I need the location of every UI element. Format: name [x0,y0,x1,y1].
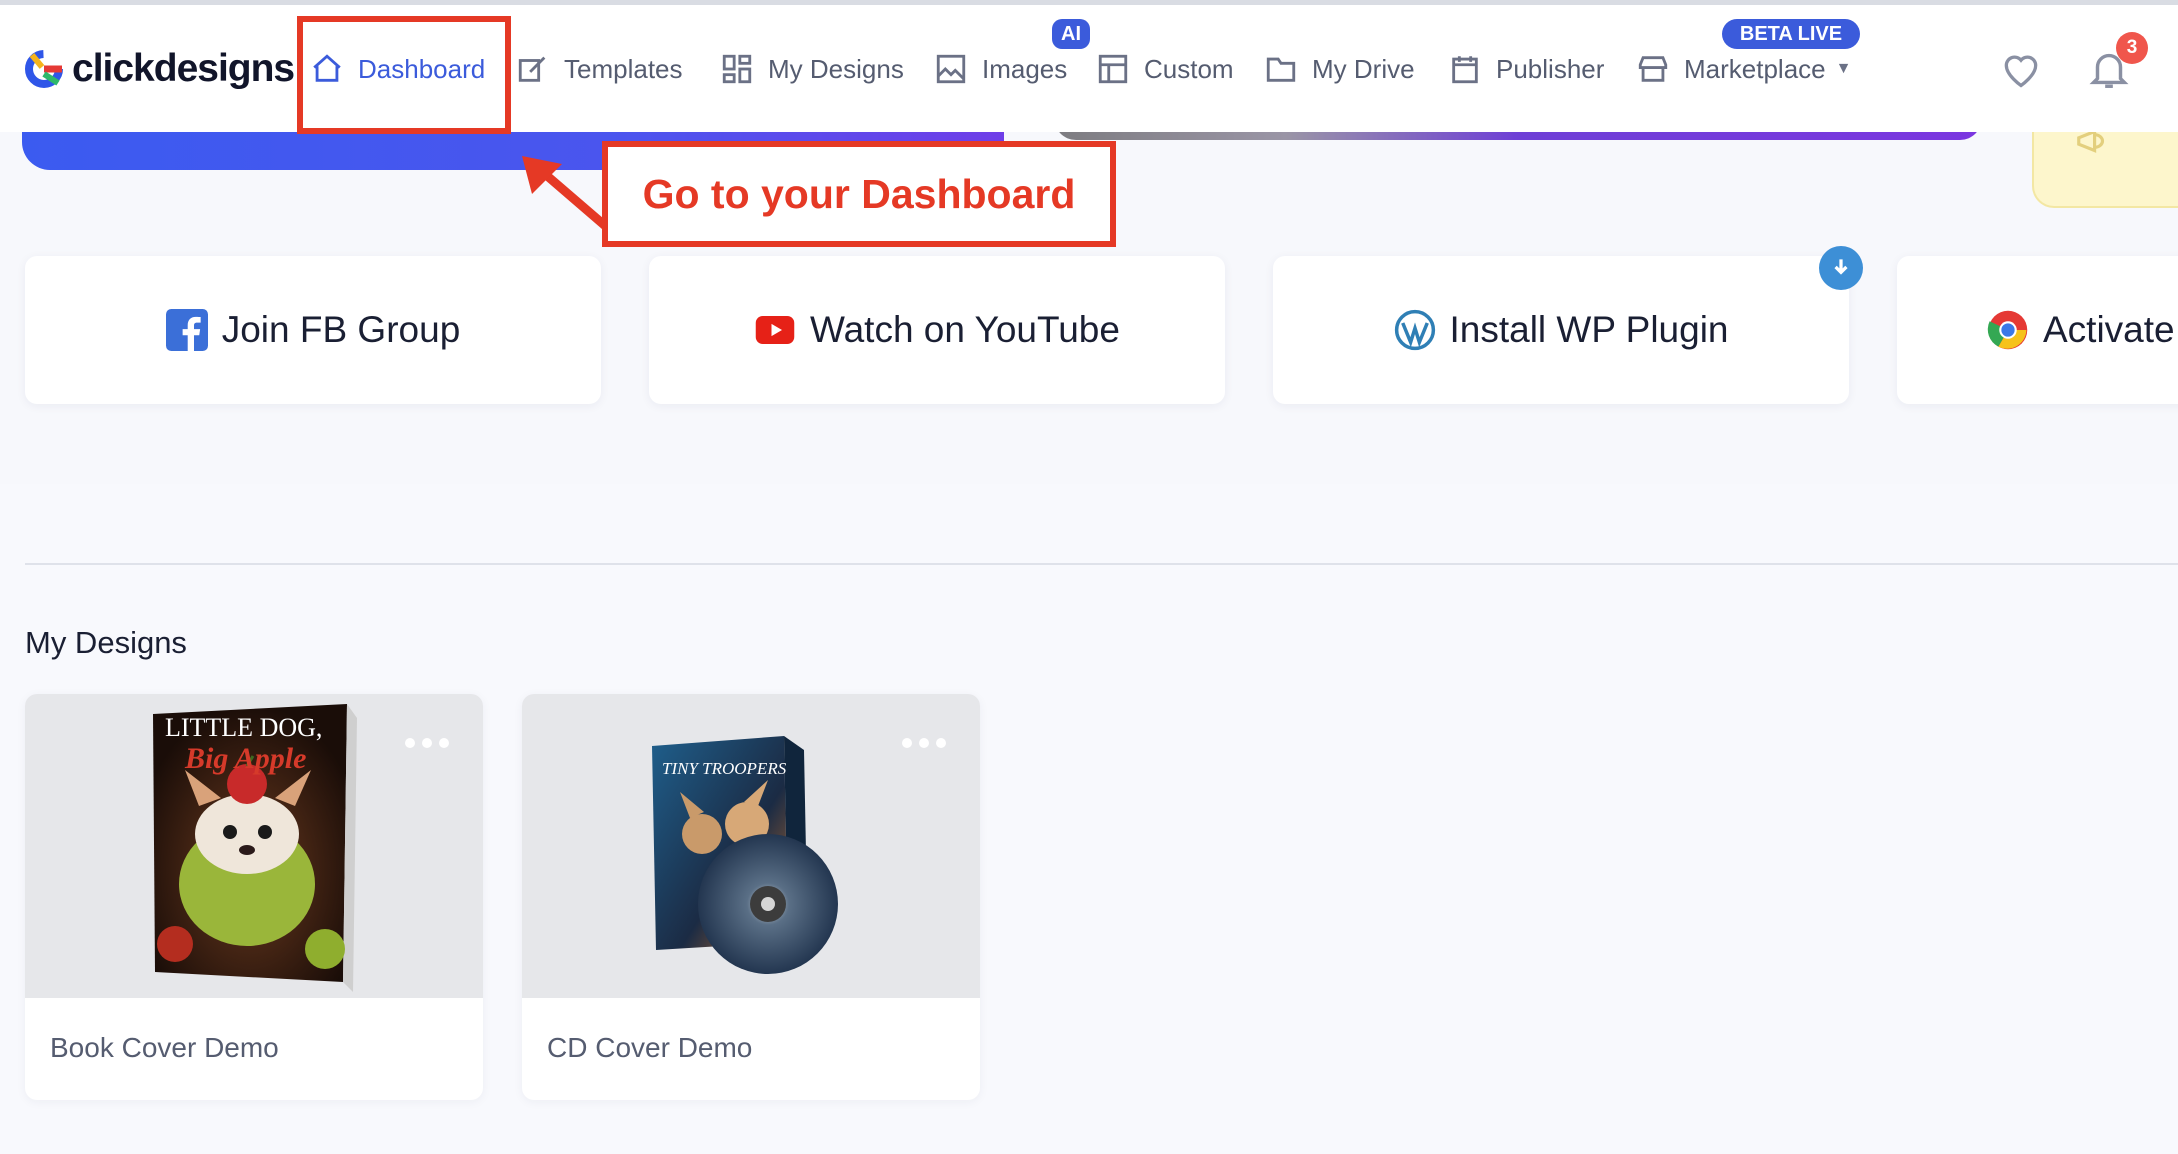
section-title: My Designs [25,625,187,660]
nav-label: Dashboard [358,53,486,84]
youtube-icon [755,316,795,344]
notification-count-badge: 3 [2116,32,2148,64]
download-icon [1834,259,1848,275]
design-card-book-cover[interactable]: LITTLE DOG, Big Apple Book Cover Demo [25,694,483,1100]
chevron-down-icon: ▼ [1835,60,1852,77]
logo[interactable]: clickdesigns [22,47,295,91]
wordpress-icon [1394,309,1435,351]
nav-label: Publisher [1496,53,1605,84]
install-wp-plugin-button[interactable]: Install WP Plugin [1273,256,1849,404]
nav-templates[interactable]: Templates [516,47,683,91]
design-card-label: CD Cover Demo [547,1032,753,1063]
section-divider [25,563,2178,565]
grid-icon [722,54,752,84]
qa-label: Activate [2043,309,2175,350]
favorites-button[interactable] [1998,47,2044,91]
cd-cover-title: TINY TROOPERS [662,759,787,778]
book-cover-title-1: LITTLE DOG, [165,713,322,742]
ai-badge: AI [1052,19,1090,49]
nav-publisher[interactable]: Publisher [1448,47,1604,91]
nav-custom[interactable]: Custom [1096,47,1234,91]
nav-label: Custom [1144,53,1234,84]
home-icon [313,54,341,82]
heart-icon [2004,55,2038,88]
nav-my-drive[interactable]: My Drive [1264,47,1415,91]
nav-my-designs[interactable]: My Designs [720,47,904,91]
nav-label: Marketplace [1684,53,1826,84]
nav-label: My Designs [768,53,904,84]
facebook-icon [165,309,208,351]
nav-label: Templates [564,53,683,84]
chrome-icon [1987,310,2028,350]
more-options-button[interactable] [902,738,946,748]
dashboard-callout: Go to your Dashboard [602,141,1116,247]
logo-mark-icon [25,50,63,88]
design-thumbnail: LITTLE DOG, Big Apple [25,694,483,998]
custom-icon [1098,54,1128,84]
nav-label: My Drive [1312,53,1415,84]
design-card-label: Book Cover Demo [50,1032,279,1063]
join-fb-group-button[interactable]: Join FB Group [25,256,601,404]
store-icon [1638,56,1668,82]
callout-text: Go to your Dashboard [642,170,1076,217]
book-cover-title-2: Big Apple [184,742,306,775]
download-badge[interactable] [1819,246,1863,290]
beta-live-badge: BETA LIVE [1722,19,1860,49]
qa-label: Install WP Plugin [1449,309,1729,350]
nav-label: Images [982,53,1068,84]
more-options-button[interactable] [405,738,449,748]
design-thumbnail: TINY TROOPERS [522,694,980,998]
calendar-icon [1452,56,1478,84]
logo-text: clickdesigns [72,47,295,90]
folder-icon [1266,57,1296,82]
nav-dashboard[interactable]: Dashboard [310,47,485,91]
nav-marketplace[interactable]: Marketplace ▼ [1636,47,1851,91]
watch-on-youtube-button[interactable]: Watch on YouTube [649,256,1225,404]
activate-extension-button[interactable]: Activate [1897,256,2178,404]
nav-images[interactable]: Images [934,47,1067,91]
qa-label: Join FB Group [221,309,461,350]
templates-icon [518,56,546,82]
image-icon [936,54,966,84]
qa-label: Watch on YouTube [810,309,1120,350]
top-navigation: clickdesigns Dashboard Templates My Desi… [0,5,2178,132]
design-card-cd-cover[interactable]: TINY TROOPERS CD Cover Demo [522,694,980,1100]
